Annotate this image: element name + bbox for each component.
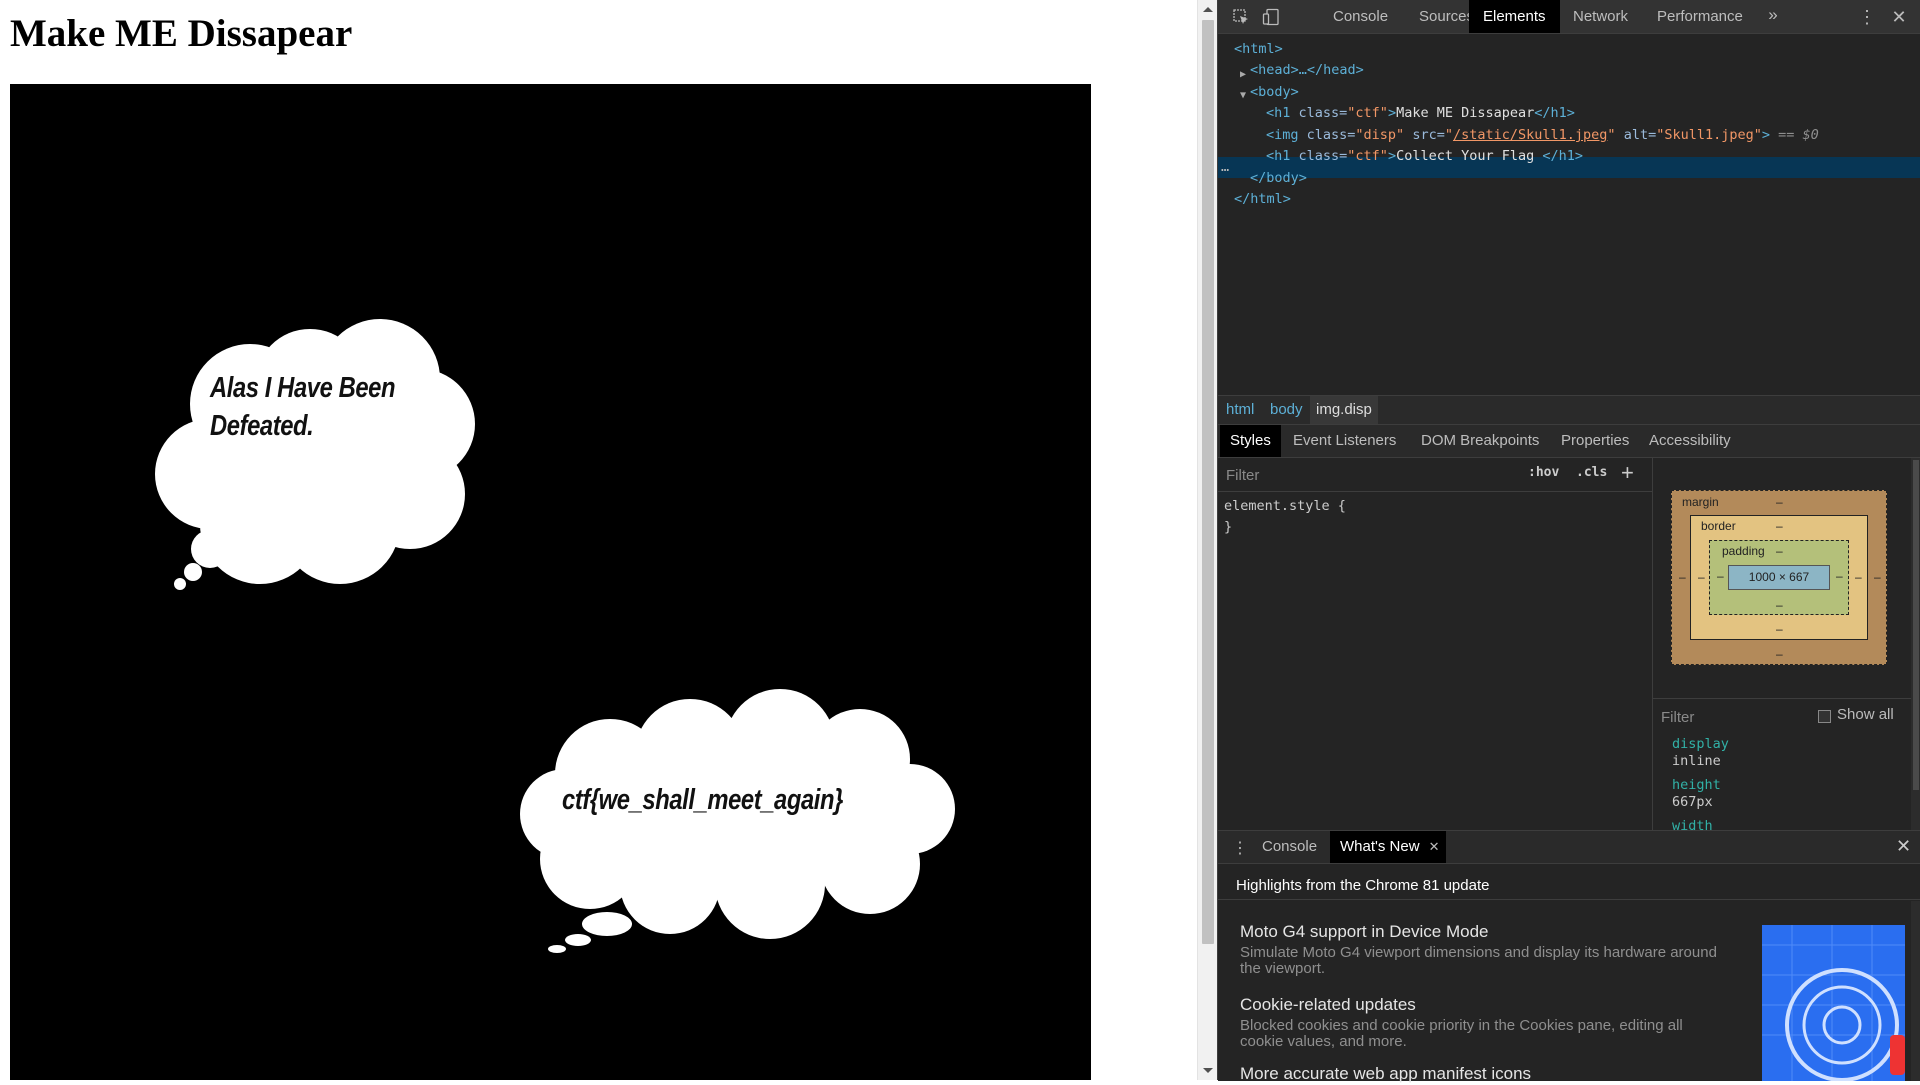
computed-filter-input[interactable] [1659, 704, 1793, 730]
thought-bubble-2 [520, 689, 955, 953]
drawer-tabbar: ⋮ Console What's New ✕ ✕ [1218, 831, 1920, 864]
page-scrollbar[interactable] [1197, 0, 1217, 1080]
dom-tree: <html> ▶ <head>…</head> ▼ <body> <h1 cla… [1218, 35, 1920, 395]
dom-img-disp[interactable]: <img class="disp" src="/static/Skull1.jp… [1266, 125, 1819, 146]
computed-pane: margin – – – – border – – – – padding – … [1653, 458, 1920, 830]
dom-body-open[interactable]: <body> [1250, 82, 1299, 103]
skull-image: Alas I Have Been Defeated. ctf{we_shall_… [10, 84, 1091, 1080]
drawer-menu-icon[interactable]: ⋮ [1232, 838, 1248, 858]
show-all-label: Show all [1837, 706, 1894, 723]
breadcrumb-body[interactable]: body [1264, 396, 1309, 424]
breadcrumb-html[interactable]: html [1220, 396, 1260, 424]
new-style-rule-button[interactable]: + [1621, 460, 1634, 486]
computed-filter-row: Show all [1653, 698, 1920, 733]
styles-filter-row: :hov .cls + [1218, 458, 1653, 492]
devtools-drawer: ⋮ Console What's New ✕ ✕ Highlights from… [1218, 830, 1920, 1083]
dom-html-close[interactable]: </html> [1234, 189, 1291, 210]
device-toolbar-icon[interactable] [1262, 8, 1280, 26]
tab-properties[interactable]: Properties [1551, 425, 1639, 457]
news-item[interactable]: More accurate web app manifest icons [1240, 1063, 1720, 1085]
computed-scrollbar[interactable] [1911, 458, 1920, 830]
computed-scroll-thumb[interactable] [1913, 460, 1919, 790]
tab-dom-breakpoints[interactable]: DOM Breakpoints [1411, 425, 1549, 457]
tab-console[interactable]: Console [1319, 0, 1402, 33]
styles-pane: :hov .cls + element.style { } [1218, 458, 1653, 830]
tab-network[interactable]: Network [1559, 0, 1642, 33]
collapse-triangle-icon[interactable]: ▼ [1240, 85, 1246, 107]
news-item[interactable]: Cookie-related updates Blocked cookies a… [1240, 994, 1720, 1050]
chrome-update-thumbnail [1762, 925, 1905, 1081]
bubble-2-text: ctf{we_shall_meet_again} [562, 784, 843, 816]
tab-styles[interactable]: Styles [1220, 425, 1281, 457]
box-model-diagram: margin – – – – border – – – – padding – … [1671, 490, 1887, 665]
more-tabs-chevron-icon[interactable]: » [1764, 6, 1782, 24]
class-toggle-button[interactable]: .cls [1576, 465, 1607, 480]
row-options-dots-icon[interactable]: … [1221, 157, 1229, 178]
computed-prop-width[interactable]: width [1672, 818, 1713, 830]
box-model-padding: padding – – – – 1000 × 667 [1709, 540, 1849, 615]
devtools-tabbar: Console Sources Elements Network Perform… [1218, 0, 1920, 34]
page-scroll-thumb[interactable] [1202, 20, 1214, 944]
styles-filter-input[interactable] [1222, 463, 1520, 487]
dom-html-open[interactable]: <html> [1234, 39, 1283, 60]
dom-head[interactable]: <head>…</head> [1250, 60, 1364, 81]
img-src-link[interactable]: /static/Skull1.jpeg [1453, 127, 1607, 143]
page-heading: Make ME Dissapear [10, 12, 353, 55]
box-model-margin-label: margin [1682, 495, 1719, 509]
dom-h1-flag[interactable]: <h1 class="ctf">Collect Your Flag </h1> [1266, 146, 1583, 167]
divider [1218, 899, 1920, 900]
hover-state-button[interactable]: :hov [1528, 465, 1559, 480]
computed-prop-display[interactable]: display inline [1672, 736, 1729, 770]
box-model-content-size[interactable]: 1000 × 667 [1728, 565, 1830, 590]
tab-performance[interactable]: Performance [1643, 0, 1757, 33]
customize-menu-icon[interactable]: ⋮ [1858, 8, 1876, 26]
drawer-tab-whats-new[interactable]: What's New ✕ [1330, 831, 1446, 863]
breadcrumb-img-disp[interactable]: img.disp [1310, 396, 1378, 424]
breadcrumb: html body img.disp [1218, 395, 1920, 425]
scroll-down-arrow-icon[interactable] [1203, 1068, 1213, 1073]
dom-body-close[interactable]: </body> [1250, 168, 1307, 189]
close-drawer-icon[interactable]: ✕ [1896, 836, 1911, 857]
whats-new-title: Highlights from the Chrome 81 update [1236, 877, 1490, 894]
news-item[interactable]: Moto G4 support in Device Mode Simulate … [1240, 921, 1720, 977]
thought-bubble-1 [155, 319, 475, 590]
bubble-1-text: Alas I Have Been Defeated. [210, 372, 396, 442]
expand-triangle-icon[interactable]: ▶ [1240, 64, 1246, 86]
tab-elements[interactable]: Elements [1469, 0, 1560, 33]
page-viewport: Make ME Dissapear Alas I Have Been Defea… [0, 0, 1197, 1080]
scroll-up-arrow-icon[interactable] [1203, 7, 1213, 12]
close-tab-icon[interactable]: ✕ [1429, 831, 1440, 863]
dom-h1-ctf[interactable]: <h1 class="ctf">Make ME Dissapear</h1> [1266, 103, 1575, 124]
drawer-scrollbar[interactable] [1911, 901, 1920, 1081]
drawer-tab-console[interactable]: Console [1252, 831, 1327, 863]
element-style-rule[interactable]: element.style { } [1224, 496, 1346, 538]
tab-event-listeners[interactable]: Event Listeners [1283, 425, 1406, 457]
devtools-panel: Console Sources Elements Network Perform… [1217, 0, 1920, 1083]
computed-prop-height[interactable]: height 667px [1672, 777, 1721, 811]
tab-accessibility[interactable]: Accessibility [1639, 425, 1741, 457]
close-devtools-icon[interactable]: ✕ [1890, 8, 1908, 26]
show-all-checkbox[interactable] [1818, 710, 1831, 723]
sidebar-tabbar: Styles Event Listeners DOM Breakpoints P… [1218, 425, 1920, 458]
box-model-border: border – – – – padding – – – – 1000 × 66… [1690, 515, 1868, 640]
inspect-element-icon[interactable] [1232, 8, 1250, 26]
